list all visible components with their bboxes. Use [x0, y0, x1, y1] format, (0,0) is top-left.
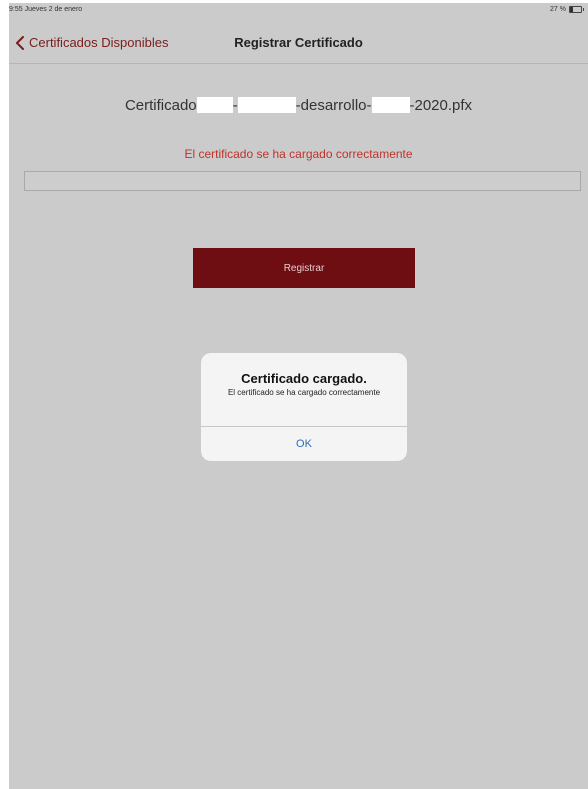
- ok-button[interactable]: OK: [201, 427, 407, 461]
- certificate-filename: Certificado - -desarrollo- -2020.pfx: [9, 97, 588, 114]
- status-message: El certificado se ha cargado correctamen…: [184, 147, 413, 161]
- filename-part: Certificado: [124, 97, 197, 114]
- app-screen: 9:55 Jueves 2 de enero 27 % Certificados…: [9, 3, 588, 789]
- redacted-block: [196, 97, 233, 113]
- battery-icon: [569, 6, 584, 13]
- alert-title: Certificado cargado.: [241, 371, 367, 386]
- filename-part: -desarrollo-: [295, 97, 372, 114]
- battery-status: 27 %: [550, 6, 584, 13]
- navigation-bar: Certificados Disponibles Registrar Certi…: [9, 17, 588, 64]
- alert-dialog: Certificado cargado. El certificado se h…: [201, 353, 407, 461]
- register-button[interactable]: Registrar: [193, 248, 415, 288]
- status-time: 9:55 Jueves 2 de enero: [9, 6, 83, 13]
- alert-message: El certificado se ha cargado correctamen…: [227, 388, 381, 397]
- redacted-block: [371, 97, 410, 113]
- battery-percent: 27 %: [550, 6, 566, 13]
- page-title: Registrar Certificado: [234, 35, 363, 50]
- filename-part: -2020.pfx: [409, 97, 473, 114]
- status-bar: 9:55 Jueves 2 de enero 27 %: [9, 3, 588, 17]
- password-field[interactable]: [24, 171, 581, 191]
- redacted-block: [237, 97, 296, 113]
